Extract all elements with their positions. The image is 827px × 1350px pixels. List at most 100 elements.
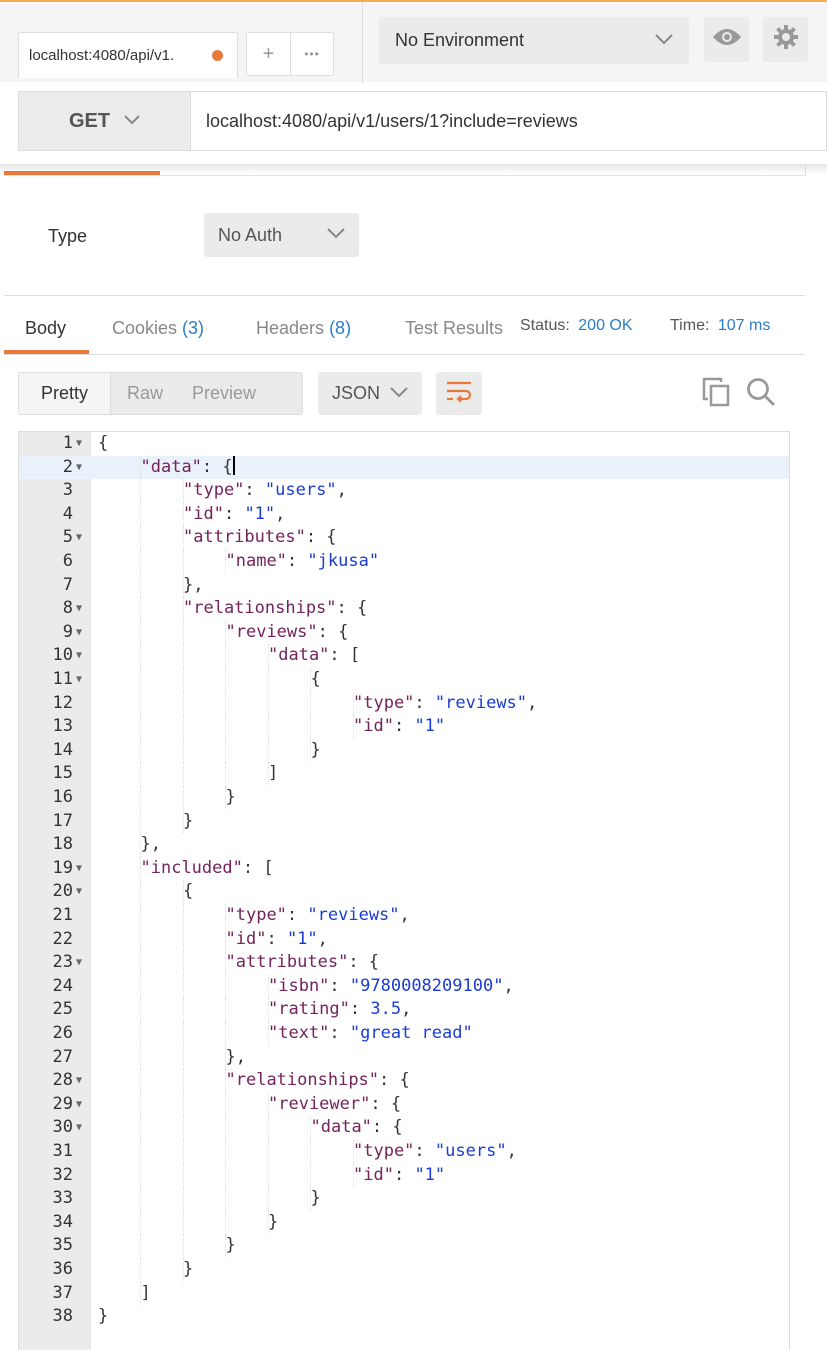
indent-guide xyxy=(140,1116,141,1140)
indent-guide xyxy=(310,1163,311,1188)
indent-guide xyxy=(140,927,141,952)
fold-toggle-icon[interactable]: ▼ xyxy=(76,432,82,456)
code-line: 12 "type": "reviews", xyxy=(19,691,789,716)
code-text: "attributes": { xyxy=(225,952,380,973)
auth-type-label: Type xyxy=(48,226,88,246)
search-button[interactable] xyxy=(746,377,776,412)
status-display: Status: 200 OK xyxy=(520,317,633,335)
fold-toggle-icon[interactable]: ▼ xyxy=(76,857,82,881)
fold-toggle-icon[interactable]: ▼ xyxy=(76,597,82,621)
line-number: 30 xyxy=(52,1117,73,1138)
indent-guide xyxy=(182,974,184,999)
indent-guide xyxy=(182,715,184,739)
code-line: 35} xyxy=(19,1234,789,1258)
line-number: 20 xyxy=(52,881,73,902)
fold-toggle-icon[interactable]: ▼ xyxy=(76,621,82,645)
wrap-lines-icon xyxy=(446,380,472,407)
code-text: "included": [ xyxy=(140,857,274,878)
code-line: 17} xyxy=(19,809,789,834)
environment-quick-look-button[interactable] xyxy=(704,17,749,62)
line-number: 1 xyxy=(62,433,73,453)
code-line: 4 "id": "1", xyxy=(19,502,789,527)
eye-icon xyxy=(712,27,742,52)
line-number: 8 xyxy=(62,598,73,619)
view-raw[interactable]: Raw xyxy=(111,373,180,414)
line-number: 18 xyxy=(52,834,73,855)
indent-guide xyxy=(182,550,184,574)
copy-icon xyxy=(702,377,730,411)
format-select[interactable]: JSON xyxy=(318,372,422,415)
code-text: "text": "great read" xyxy=(268,1023,473,1043)
code-text: "name": "jkusa" xyxy=(225,551,380,571)
manage-environments-button[interactable] xyxy=(763,17,808,62)
code-line: 26 "text": "great read" xyxy=(19,1022,789,1046)
indent-guide xyxy=(140,1210,141,1235)
line-number: 17 xyxy=(52,810,73,831)
code-text: "data": { xyxy=(310,1117,403,1138)
code-line: 18}, xyxy=(19,833,789,857)
code-text: "relationships": { xyxy=(183,598,368,619)
fold-toggle-icon[interactable]: ▼ xyxy=(76,1093,82,1117)
chevron-down-icon xyxy=(327,226,345,244)
headers-count: (8) xyxy=(329,318,352,338)
auth-type-select[interactable]: No Auth xyxy=(204,213,359,257)
code-line: 27}, xyxy=(19,1045,789,1070)
line-number: 37 xyxy=(52,1282,73,1303)
indent-guide xyxy=(140,974,141,999)
line-number: 31 xyxy=(52,1141,73,1161)
gear-icon xyxy=(773,24,799,55)
indent-guide xyxy=(140,809,141,834)
indent-guide xyxy=(140,502,141,527)
indent-guide xyxy=(140,620,141,645)
method-select[interactable]: GET xyxy=(19,92,191,150)
code-text: ] xyxy=(268,763,279,784)
tab-body[interactable]: Body xyxy=(25,318,66,339)
tab-headers[interactable]: Headers (8) xyxy=(256,318,351,339)
code-text: }, xyxy=(225,1046,246,1067)
request-tab[interactable]: localhost:4080/api/v1. xyxy=(18,32,238,78)
fold-toggle-icon[interactable]: ▼ xyxy=(76,456,82,480)
code-text: } xyxy=(310,1188,321,1209)
fold-toggle-icon[interactable]: ▼ xyxy=(76,1069,82,1093)
tab-cookies[interactable]: Cookies (3) xyxy=(112,318,204,339)
line-number: 13 xyxy=(52,716,73,737)
fold-toggle-icon[interactable]: ▼ xyxy=(76,1116,82,1140)
indent-guide xyxy=(267,1163,269,1188)
line-number: 29 xyxy=(52,1093,73,1114)
code-line: 24 "isbn": "9780008209100", xyxy=(19,974,789,999)
indent-guide xyxy=(182,1210,184,1235)
indent-guide xyxy=(182,1140,184,1164)
indent-guide xyxy=(225,998,226,1022)
code-text: "type": "users", xyxy=(183,480,347,501)
top-bar: localhost:4080/api/v1. + ••• No Environm… xyxy=(0,0,827,84)
indent-guide xyxy=(182,951,184,975)
fold-toggle-icon[interactable]: ▼ xyxy=(76,668,82,692)
response-body-viewer[interactable]: 1 ▼{2 ▼ "data": {3 "type": "users", 4 "id": "1… xyxy=(18,431,790,1350)
url-input[interactable]: localhost:4080/api/v1/users/1?include=re… xyxy=(191,92,826,150)
view-preview[interactable]: Preview xyxy=(180,373,268,414)
code-line: 13 "id": "1" xyxy=(19,715,789,739)
tab-test-results[interactable]: Test Results xyxy=(405,318,503,339)
more-tabs-button[interactable]: ••• xyxy=(290,33,333,75)
status-value[interactable]: 200 OK xyxy=(578,317,632,334)
line-number: 14 xyxy=(52,739,73,760)
line-number: 12 xyxy=(52,692,73,713)
code-line: 23 ▼ "attributes": { xyxy=(19,951,789,975)
new-tab-button[interactable]: + xyxy=(247,33,290,75)
environment-select[interactable]: No Environment xyxy=(379,17,689,64)
indent-guide xyxy=(225,1022,226,1046)
time-value[interactable]: 107 ms xyxy=(718,317,770,334)
request-tab-title: localhost:4080/api/v1. xyxy=(29,47,175,64)
view-pretty[interactable]: Pretty xyxy=(19,373,112,414)
fold-toggle-icon[interactable]: ▼ xyxy=(76,644,82,668)
wrap-lines-button[interactable] xyxy=(436,372,482,415)
indent-guide xyxy=(182,691,184,716)
chevron-down-icon xyxy=(390,385,408,403)
fold-toggle-icon[interactable]: ▼ xyxy=(76,951,82,975)
code-line: 6 "name": "jkusa" xyxy=(19,550,789,574)
indent-guide xyxy=(267,1187,269,1211)
fold-toggle-icon[interactable]: ▼ xyxy=(76,880,82,904)
indent-guide xyxy=(225,691,226,716)
fold-toggle-icon[interactable]: ▼ xyxy=(76,526,82,550)
copy-button[interactable] xyxy=(702,377,730,412)
